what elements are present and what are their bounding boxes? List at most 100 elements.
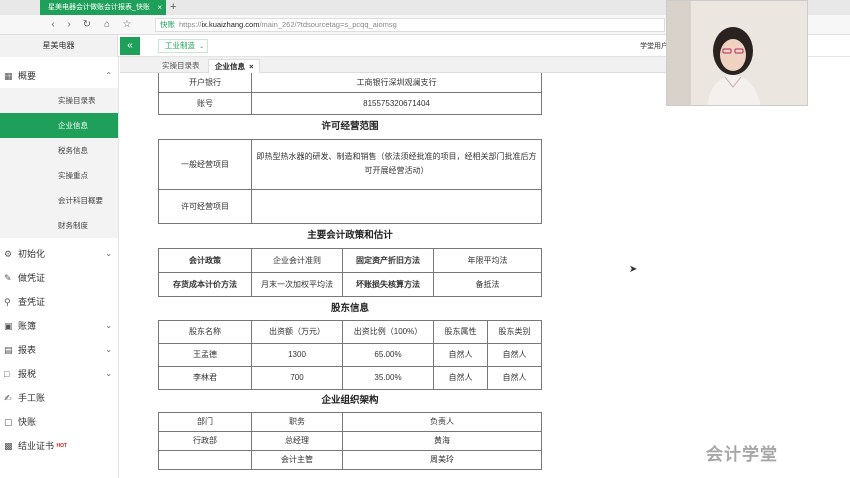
policy-cell: 存货成本计价方法 bbox=[158, 271, 252, 297]
table-cell: 李林君 bbox=[158, 365, 252, 390]
hot-badge: HOT bbox=[56, 443, 68, 449]
chevron-down-icon: ⌄ bbox=[105, 369, 112, 378]
tab-practice-catalog[interactable]: 实操目录表 bbox=[156, 59, 206, 73]
policy-cell: 年限平均法 bbox=[433, 247, 542, 273]
presenter-image bbox=[667, 1, 807, 105]
search-icon: ⚲ bbox=[4, 297, 11, 307]
sidebar-group-ledger[interactable]: ▣ 账簿 ⌄ bbox=[0, 314, 118, 338]
document-icon: ▤ bbox=[4, 345, 13, 355]
sidebar-group-tax-filing[interactable]: □ 报税 ⌄ bbox=[0, 362, 118, 386]
mouse-cursor-icon: ➤ bbox=[629, 264, 638, 275]
presenter-video bbox=[666, 0, 808, 106]
table-cell: 黄海 bbox=[342, 430, 542, 451]
url-input[interactable]: 快账 https://ix.kuaizhang.com/main_262/?tds… bbox=[155, 18, 665, 32]
sidebar-group-certificate[interactable]: ▩ 结业证书 HOT bbox=[0, 434, 118, 458]
table-row: 李林君 700 35.00% 自然人 自然人 bbox=[158, 365, 542, 390]
new-tab-button[interactable]: + bbox=[170, 0, 176, 14]
page-icon: ▢ bbox=[4, 417, 13, 427]
shareholders-table: 股东名称 出资额（万元） 出资比例（100%） 股东属性 股东类别 王孟德 13… bbox=[158, 319, 542, 390]
chevron-down-icon: ⌄ bbox=[105, 321, 112, 330]
bookmark-icon[interactable]: ☆ bbox=[120, 18, 134, 32]
licensed-scope-value bbox=[251, 188, 542, 224]
folder-icon: ▣ bbox=[4, 321, 13, 331]
brand-name: 星美电器 bbox=[0, 35, 118, 57]
edit-icon: ✍ bbox=[4, 393, 12, 403]
account-value: 815575320671404 bbox=[251, 91, 542, 115]
sidebar-item-finance-rules[interactable]: 财务制度 bbox=[0, 213, 118, 238]
table-row: 会计主管 周美玲 bbox=[158, 449, 542, 470]
policy-cell: 坏账损失核算方法 bbox=[342, 271, 434, 297]
table-row: 行政部 总经理 黄海 bbox=[158, 430, 542, 451]
account-label: 账号 bbox=[158, 91, 252, 115]
org-table: 部门 职务 负责人 行政部 总经理 黄海 会计主管 周美玲 bbox=[158, 411, 542, 470]
sidebar-item-tax-info[interactable]: 税务信息 bbox=[0, 138, 118, 163]
sidebar-group-label: 账簿 bbox=[18, 321, 37, 331]
table-header-cell: 出资额（万元） bbox=[251, 319, 343, 344]
sidebar-group-label: 概要 bbox=[18, 71, 37, 81]
sidebar-item-company-info[interactable]: 企业信息 bbox=[0, 113, 118, 138]
table-cell: 周美玲 bbox=[342, 449, 542, 470]
scope-table: 一般经营项目 即热型热水器的研发、制造和销售（依法须经批准的项目，经相关部门批准… bbox=[158, 138, 542, 224]
table-cell: 65.00% bbox=[342, 342, 434, 367]
browser-tab-title: 星美电器会计做账会计报表_快账 bbox=[48, 4, 150, 11]
sidebar-group-label: 查凭证 bbox=[18, 297, 46, 307]
table-cell: 700 bbox=[251, 365, 343, 390]
section-title-shareholders: 股东信息 bbox=[330, 302, 369, 314]
sidebar-group-kuaizhang[interactable]: ▢ 快账 bbox=[0, 410, 118, 434]
company-info-document: 开户银行 工商银行深圳观澜支行 账号 815575320671404 许可经营范… bbox=[158, 73, 542, 470]
industry-label: 工业制造 bbox=[165, 41, 195, 50]
sidebar-group-label: 报表 bbox=[18, 345, 37, 355]
table-header-cell: 职务 bbox=[251, 411, 343, 432]
home-icon[interactable]: ⌂ bbox=[100, 18, 114, 32]
table-cell bbox=[158, 449, 252, 470]
sidebar-group-make-voucher[interactable]: ✎ 做凭证 bbox=[0, 266, 118, 290]
sidebar-group-check-voucher[interactable]: ⚲ 查凭证 bbox=[0, 290, 118, 314]
file-icon: □ bbox=[4, 369, 10, 379]
back-icon[interactable]: ‹ bbox=[46, 18, 60, 32]
sidebar-item-account-overview[interactable]: 会计科目概要 bbox=[0, 188, 118, 213]
sidebar-group-label: 快账 bbox=[18, 417, 37, 427]
collapse-sidebar-button[interactable]: « bbox=[120, 37, 140, 55]
settings-icon: ⚙ bbox=[4, 249, 13, 259]
industry-select[interactable]: 工业制造 ⌄ bbox=[158, 39, 208, 53]
policy-cell: 会计政策 bbox=[158, 247, 252, 273]
sidebar-item-key-points[interactable]: 实操重点 bbox=[0, 163, 118, 188]
policy-cell: 月末一次加权平均法 bbox=[251, 271, 343, 297]
sidebar-group-label: 结业证书 bbox=[18, 441, 55, 451]
right-pane bbox=[668, 73, 850, 478]
table-header-cell: 股东属性 bbox=[433, 319, 488, 344]
tab-close-icon[interactable]: × bbox=[249, 62, 253, 71]
tab-company-info-label: 企业信息 bbox=[215, 62, 245, 71]
browser-tab[interactable]: 星美电器会计做账会计报表_快账 × bbox=[40, 0, 166, 15]
sidebar-group-overview[interactable]: ▦ 概要 ⌃ bbox=[0, 64, 118, 88]
bank-label: 开户银行 bbox=[158, 73, 252, 93]
chevron-up-icon: ⌃ bbox=[105, 71, 112, 80]
browser-tab-close-icon[interactable]: × bbox=[157, 0, 162, 15]
policy-cell: 企业会计准则 bbox=[251, 247, 343, 273]
sidebar-group-reports[interactable]: ▤ 报表 ⌄ bbox=[0, 338, 118, 362]
table-header-cell: 出资比例（100%） bbox=[342, 319, 434, 344]
reload-icon[interactable]: ↻ bbox=[80, 18, 94, 32]
table-header-cell: 股东名称 bbox=[158, 319, 252, 344]
section-title-policy: 主要会计政策和估计 bbox=[307, 229, 393, 241]
table-cell: 自然人 bbox=[433, 342, 488, 367]
sidebar-group-label: 手工账 bbox=[18, 393, 46, 403]
general-scope-label: 一般经营项目 bbox=[158, 138, 252, 190]
sidebar: ▦ 概要 ⌃ 实操目录表 企业信息 税务信息 实操重点 会计科目概要 财务制度 … bbox=[0, 57, 119, 478]
tab-company-info[interactable]: 企业信息 × bbox=[208, 59, 261, 73]
table-cell: 会计主管 bbox=[251, 449, 343, 470]
grid-icon: ▦ bbox=[4, 71, 13, 81]
table-cell: 总经理 bbox=[251, 430, 343, 451]
sidebar-group-init[interactable]: ⚙ 初始化 ⌄ bbox=[0, 242, 118, 266]
forward-icon[interactable]: › bbox=[62, 18, 76, 32]
general-scope-value: 即热型热水器的研发、制造和销售（依法须经批准的项目，经相关部门批准后方可开展经营… bbox=[251, 138, 542, 190]
chevron-down-icon: ⌄ bbox=[199, 44, 205, 50]
sidebar-group-manual-ledger[interactable]: ✍ 手工账 bbox=[0, 386, 118, 410]
study-user-label[interactable]: 学堂用户 bbox=[640, 41, 668, 51]
main-content: 开户银行 工商银行深圳观澜支行 账号 815575320671404 许可经营范… bbox=[120, 73, 668, 478]
sidebar-item-practice-catalog[interactable]: 实操目录表 bbox=[0, 88, 118, 113]
table-cell: 自然人 bbox=[487, 342, 542, 367]
table-header-cell: 负责人 bbox=[342, 411, 542, 432]
certificate-icon: ▩ bbox=[4, 441, 13, 451]
licensed-scope-label: 许可经营项目 bbox=[158, 188, 252, 224]
